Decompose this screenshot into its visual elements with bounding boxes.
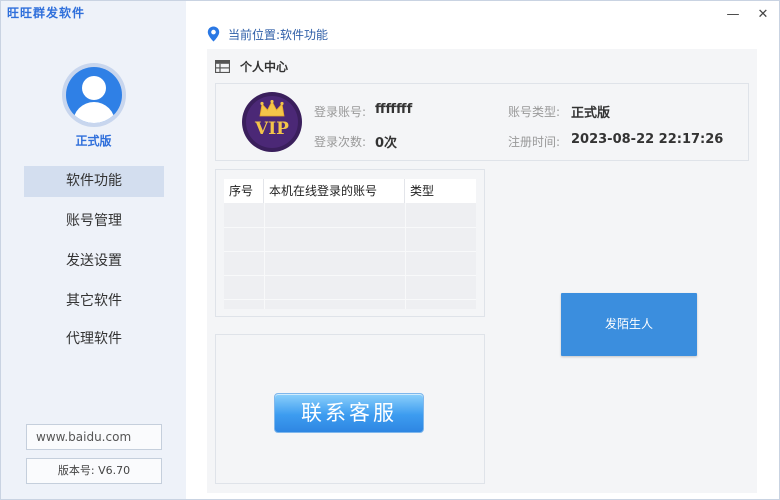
section-header: 个人中心 [215, 58, 288, 74]
online-accounts-table[interactable]: 序号 本机在线登录的账号 类型 [224, 179, 476, 309]
vip-crown-icon: VIP [242, 92, 302, 152]
section-title: 个人中心 [240, 59, 289, 74]
login-account-value: fffffff [375, 102, 413, 117]
online-accounts-panel: 序号 本机在线登录的账号 类型 [215, 169, 485, 317]
column-header-type[interactable]: 类型 [405, 179, 476, 203]
register-time-value: 2023-08-22 22:17:26 [571, 132, 724, 147]
send-stranger-button[interactable]: 发陌生人 [561, 293, 697, 356]
sidebar-item-account-management[interactable]: 账号管理 [24, 206, 164, 237]
location-pin-icon [207, 26, 220, 42]
contact-customer-service-button[interactable]: 联系客服 [274, 393, 424, 433]
account-type-value: 正式版 [571, 106, 611, 121]
table-icon [215, 59, 230, 73]
sidebar-item-send-settings[interactable]: 发送设置 [24, 246, 164, 277]
main-panel: 个人中心 VIP 登录账号: fffffff 账号类型: 正式版 登录次数: 0… [207, 49, 757, 493]
profile-card: VIP 登录账号: fffffff 账号类型: 正式版 登录次数: 0次 注册时… [215, 83, 749, 161]
breadcrumb: 当前位置:软件功能 [207, 25, 328, 43]
login-count-value: 0次 [375, 136, 398, 151]
sidebar-item-other-software[interactable]: 其它软件 [24, 286, 164, 317]
website-link[interactable]: www.baidu.com [26, 424, 162, 450]
user-level: 正式版 [75, 134, 112, 148]
table-header: 序号 本机在线登录的账号 类型 [224, 179, 476, 203]
vip-badge-text: VIP [255, 119, 289, 139]
version-label: 版本号: V6.70 [26, 458, 162, 484]
avatar-icon [62, 63, 126, 127]
close-button[interactable]: ✕ [755, 7, 771, 23]
app-title: 旺旺群发软件 [7, 6, 86, 20]
breadcrumb-text: 当前位置:软件功能 [228, 27, 329, 42]
app-window: 旺旺群发软件 正式版 软件功能 账号管理 发送设置 其它软件 代理软件 www.… [0, 0, 780, 500]
register-time-label: 注册时间: [508, 135, 561, 149]
sidebar: 旺旺群发软件 正式版 软件功能 账号管理 发送设置 其它软件 代理软件 www.… [1, 1, 186, 499]
login-account-label: 登录账号: [314, 105, 367, 119]
account-type-label: 账号类型: [508, 105, 561, 119]
sidebar-item-software-functions[interactable]: 软件功能 [24, 166, 164, 197]
minimize-button[interactable]: — [725, 7, 741, 23]
column-header-account[interactable]: 本机在线登录的账号 [264, 179, 405, 203]
column-header-index[interactable]: 序号 [224, 179, 264, 203]
login-count-label: 登录次数: [314, 135, 367, 149]
sidebar-item-proxy-software[interactable]: 代理软件 [24, 324, 164, 355]
customer-service-panel: 联系客服 [215, 334, 485, 484]
